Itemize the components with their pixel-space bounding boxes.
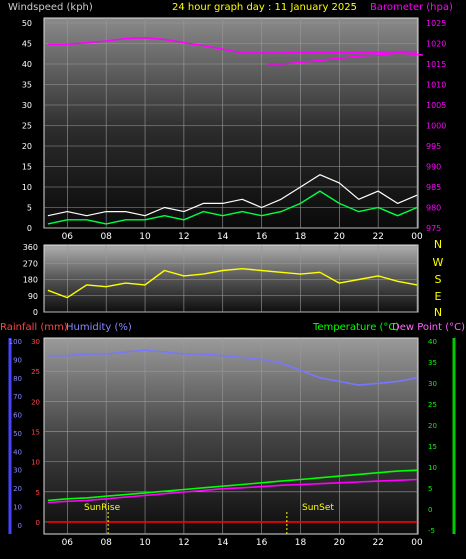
rainfall-tick-label: 25 bbox=[31, 368, 40, 376]
rainfall-tick-label: 30 bbox=[31, 338, 40, 346]
barometer-tick-label: 995 bbox=[426, 142, 441, 151]
temperature-tick-label: -5 bbox=[428, 527, 435, 535]
windspeed-tick-label: 20 bbox=[22, 142, 32, 151]
windspeed-tick-label: 40 bbox=[22, 60, 32, 69]
windspeed-tick-label: 25 bbox=[22, 122, 32, 131]
chart-title: 24 hour graph day : 11 January 2025 bbox=[172, 2, 357, 13]
humidity-tick-label: 60 bbox=[13, 412, 22, 420]
barometer-tick-label: 990 bbox=[426, 163, 441, 172]
windspeed-tick-label: 50 bbox=[22, 19, 32, 28]
rain-humidity-temperature-panel: 0102030405060708090100051015202530-50510… bbox=[8, 337, 456, 548]
x-tick-label: 20 bbox=[334, 232, 346, 242]
x-tick-label: 22 bbox=[372, 538, 383, 548]
windspeed-tick-label: 0 bbox=[27, 224, 32, 233]
temperature-tick-label: 5 bbox=[428, 485, 432, 493]
windspeed-frame bbox=[43, 17, 419, 229]
humidity-tick-label: 80 bbox=[13, 375, 22, 383]
windspeed-tick-label: 15 bbox=[22, 163, 32, 172]
temperature-tick-label: 40 bbox=[428, 338, 437, 346]
direction-tick-label: 90 bbox=[28, 292, 38, 301]
sunrise-label: SunRise bbox=[84, 503, 121, 513]
x-tick-label: 18 bbox=[295, 538, 307, 548]
x-tick-label: 00 bbox=[411, 232, 423, 242]
x-tick-label: 14 bbox=[217, 538, 229, 548]
compass-N-label: N bbox=[434, 306, 442, 319]
humidity-tick-label: 20 bbox=[13, 485, 22, 493]
rainfall-tick-label: 0 bbox=[36, 519, 40, 527]
x-tick-label: 20 bbox=[334, 538, 346, 548]
x-tick-label: 16 bbox=[256, 232, 268, 242]
barometer-tick-label: 980 bbox=[426, 204, 441, 213]
windspeed-tick-label: 35 bbox=[22, 81, 32, 90]
rainfall-tick-label: 5 bbox=[36, 489, 40, 497]
direction-tick-label: 180 bbox=[23, 276, 38, 285]
barometer-tick-label: 1025 bbox=[426, 19, 446, 28]
temperature-tick-label: 25 bbox=[428, 401, 437, 409]
x-tick-label: 08 bbox=[100, 538, 112, 548]
dewpoint-axis-label: Dew Point (°C) bbox=[392, 322, 465, 333]
weather-graph-svg: Windspeed (kph) 24 hour graph day : 11 J… bbox=[0, 2, 465, 548]
barometer-tick-label: 985 bbox=[426, 183, 441, 192]
barometer-axis-label: Barometer (hpa) bbox=[370, 2, 453, 13]
sunset-label: SunSet bbox=[302, 503, 334, 513]
temperature-tick-label: 10 bbox=[428, 464, 437, 472]
x-tick-label: 10 bbox=[139, 538, 151, 548]
humidity-tick-label: 40 bbox=[13, 448, 22, 456]
humidity-tick-label: 70 bbox=[13, 393, 22, 401]
x-tick-label: 06 bbox=[62, 538, 74, 548]
windspeed-axis-label: Windspeed (kph) bbox=[8, 2, 93, 13]
humidity-tick-label: 0 bbox=[18, 522, 22, 530]
windspeed-tick-label: 45 bbox=[22, 40, 32, 49]
humidity-tick-label: 90 bbox=[13, 356, 22, 364]
temperature-axis-label: Temperature (°C) bbox=[312, 322, 399, 333]
humidity-tick-label: 50 bbox=[13, 430, 22, 438]
temperature-tick-label: 20 bbox=[428, 422, 437, 430]
x-tick-label: 00 bbox=[411, 538, 423, 548]
barometer-tick-label: 975 bbox=[426, 224, 441, 233]
x-tick-label: 16 bbox=[256, 538, 268, 548]
x-tick-label: 14 bbox=[217, 232, 229, 242]
x-tick-label: 22 bbox=[372, 232, 383, 242]
x-tick-label: 12 bbox=[178, 232, 189, 242]
barometer-tick-label: 1010 bbox=[426, 81, 446, 90]
weather-graph: Windspeed (kph) 24 hour graph day : 11 J… bbox=[0, 0, 466, 555]
compass-N-label: N bbox=[434, 238, 442, 251]
windspeed-tick-label: 5 bbox=[27, 204, 32, 213]
barometer-tick-label: 1015 bbox=[426, 60, 446, 69]
barometer-tick-label: 1020 bbox=[426, 40, 446, 49]
wind-direction-panel: 090180270360 NWSEN bbox=[23, 238, 444, 319]
rainfall-tick-label: 15 bbox=[31, 428, 40, 436]
humidity-tick-label: 100 bbox=[9, 338, 22, 346]
windspeed-tick-label: 10 bbox=[22, 183, 32, 192]
barometer-tick-label: 1005 bbox=[426, 101, 446, 110]
compass-S-label: S bbox=[435, 273, 442, 286]
rainfall-tick-label: 20 bbox=[31, 398, 40, 406]
windspeed-tick-label: 30 bbox=[22, 101, 32, 110]
barometer-tick-label: 1000 bbox=[426, 122, 446, 131]
windspeed-barometer-panel: 0510152025303540455097598098599099510001… bbox=[22, 17, 446, 242]
direction-tick-label: 270 bbox=[23, 259, 38, 268]
humidity-tick-label: 10 bbox=[13, 503, 22, 511]
direction-tick-label: 0 bbox=[33, 308, 38, 317]
x-tick-label: 08 bbox=[100, 232, 112, 242]
x-tick-label: 10 bbox=[139, 232, 151, 242]
direction-tick-label: 360 bbox=[23, 243, 38, 252]
x-tick-label: 18 bbox=[295, 232, 307, 242]
rainfall-tick-label: 10 bbox=[31, 459, 40, 467]
temperature-tick-label: 15 bbox=[428, 443, 437, 451]
humidity-tick-label: 30 bbox=[13, 467, 22, 475]
x-tick-label: 12 bbox=[178, 538, 189, 548]
compass-E-label: E bbox=[435, 290, 442, 303]
compass-W-label: W bbox=[433, 256, 444, 269]
temperature-tick-label: 35 bbox=[428, 359, 437, 367]
humidity-axis-label: Humidity (%) bbox=[66, 322, 132, 333]
temperature-tick-label: 30 bbox=[428, 380, 437, 388]
x-tick-label: 06 bbox=[62, 232, 74, 242]
rainfall-axis-label: Rainfall (mm) bbox=[0, 322, 68, 333]
temperature-tick-label: 0 bbox=[428, 506, 432, 514]
